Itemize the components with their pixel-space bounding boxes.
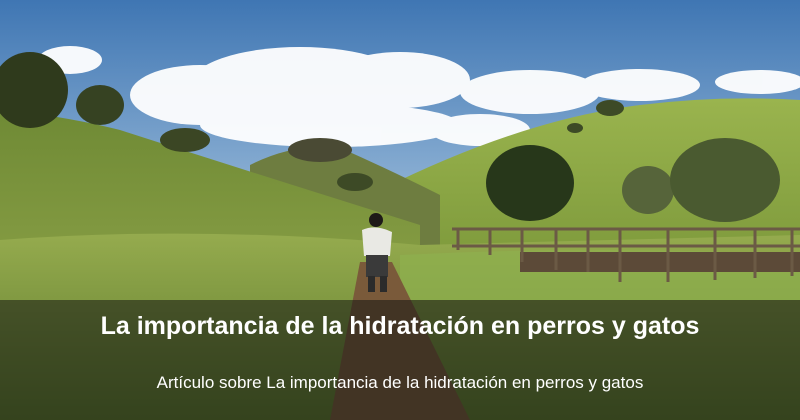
article-banner[interactable]: La importancia de la hidratación en perr… [0, 0, 800, 420]
article-subtitle: Artículo sobre La importancia de la hidr… [156, 373, 644, 392]
article-title[interactable]: La importancia de la hidratación en perr… [0, 308, 800, 344]
